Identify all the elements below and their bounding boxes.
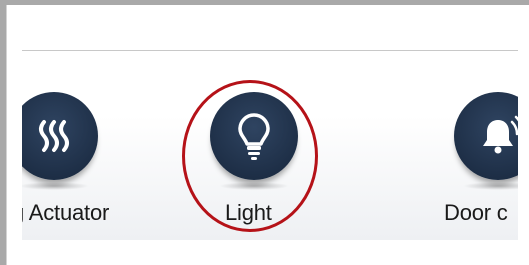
light-bulb-icon — [210, 92, 298, 180]
icon-shadow — [22, 182, 89, 190]
device-tile-heating-actuator[interactable]: ng Actuator — [22, 62, 134, 240]
device-tile-label: ng Actuator — [22, 200, 110, 225]
header-separator — [22, 50, 518, 51]
device-tile-light[interactable]: Light — [186, 62, 346, 240]
right-edge — [518, 5, 529, 265]
door-bell-icon — [454, 92, 518, 180]
top-border — [0, 0, 529, 5]
window-frame: ng Actuator Light — [0, 0, 529, 265]
icon-shadow — [219, 182, 289, 190]
device-tile-label: Door c — [444, 200, 508, 225]
device-tile-door-bell[interactable]: Door c — [430, 62, 518, 240]
device-tile-label: Light — [225, 200, 272, 225]
device-type-carousel: ng Actuator Light — [22, 62, 518, 240]
icon-shadow — [463, 182, 518, 190]
left-inner-line — [6, 5, 7, 265]
heating-icon — [22, 92, 98, 180]
